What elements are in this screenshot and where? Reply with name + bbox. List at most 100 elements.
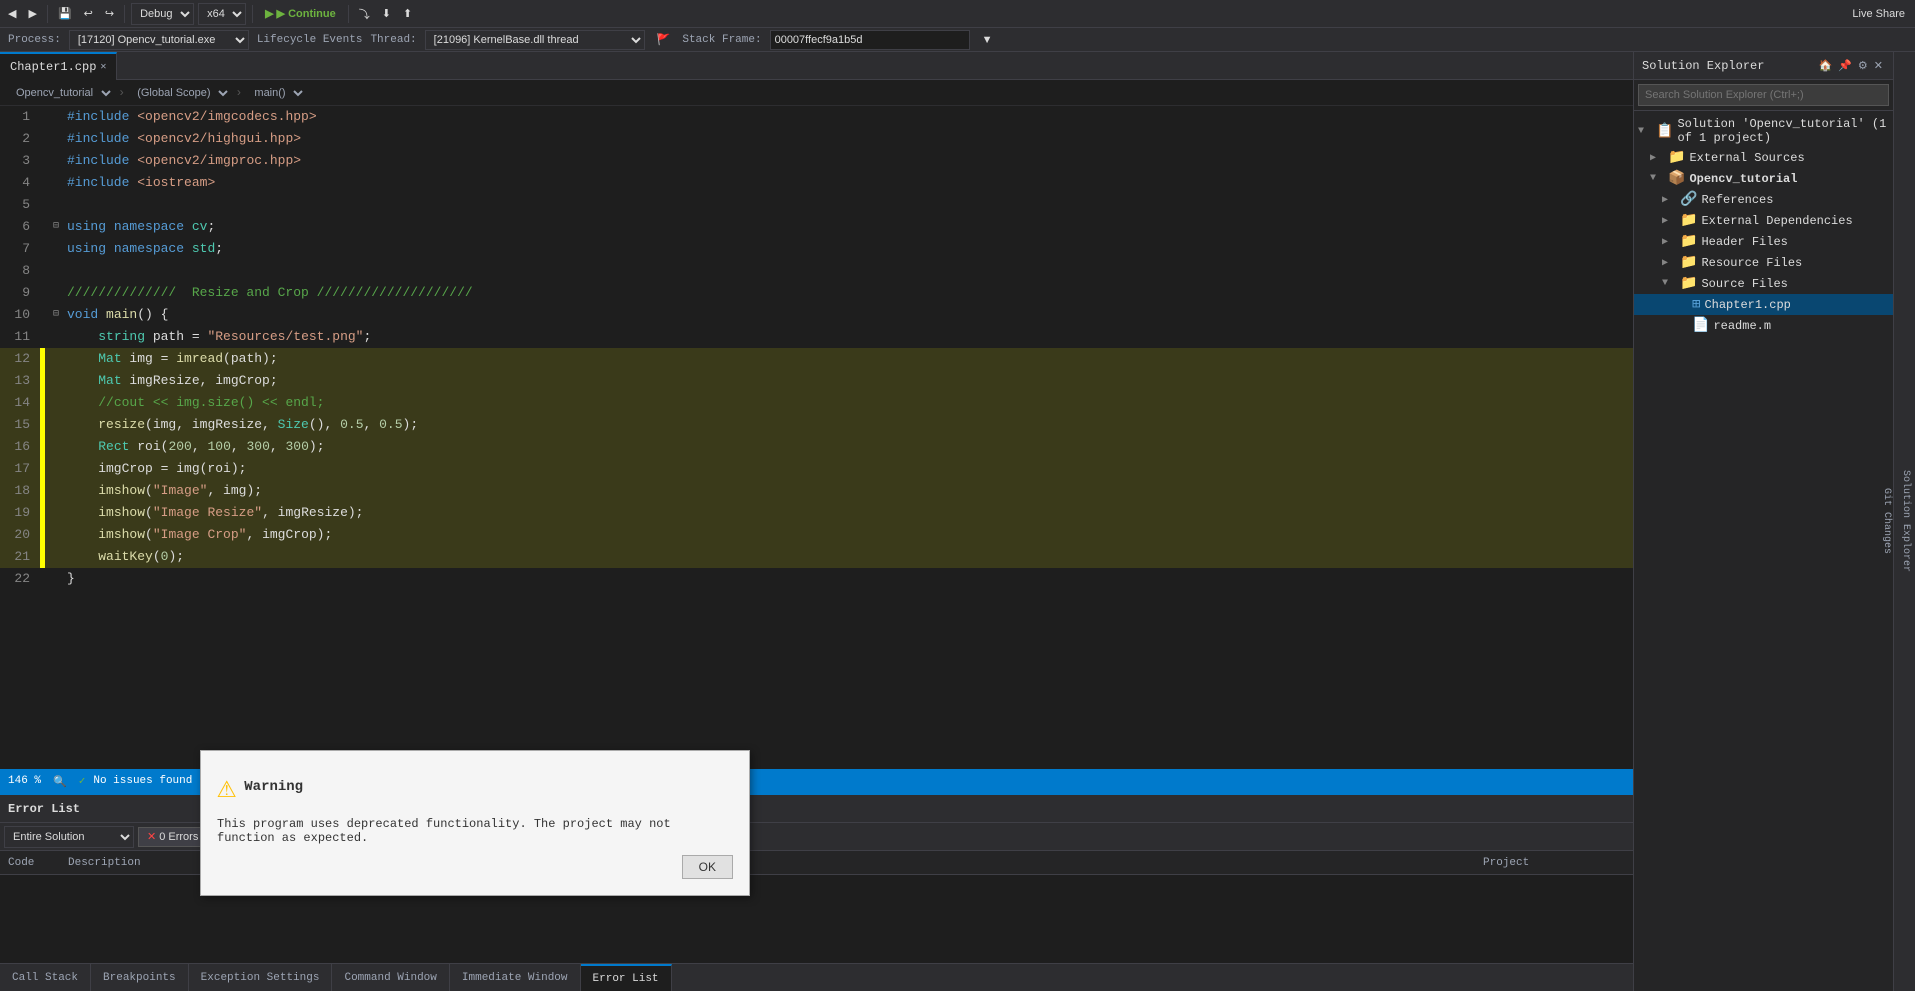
code-line-18: 18 imshow("Image", img);	[0, 480, 1633, 502]
tab-command-window[interactable]: Command Window	[332, 964, 449, 991]
code-line-22: 22 }	[0, 568, 1633, 590]
breadcrumb-sep2: ›	[235, 86, 242, 100]
debug-indicator-12	[40, 348, 45, 370]
process-bar: Process: [17120] Opencv_tutorial.exe Lif…	[0, 28, 1915, 52]
forward-btn[interactable]: ▶	[24, 5, 40, 22]
se-resource-files[interactable]: ▶ 📁 Resource Files	[1634, 252, 1893, 273]
call-stack-tab-label: Call Stack	[12, 972, 78, 984]
debug-indicator-13	[40, 370, 45, 392]
debug-indicator-16	[40, 436, 45, 458]
source-files-label: Source Files	[1701, 277, 1787, 291]
breadcrumb-sep1: ›	[118, 86, 125, 100]
se-header-files[interactable]: ▶ 📁 Header Files	[1634, 231, 1893, 252]
se-close-btn[interactable]: ✕	[1872, 57, 1885, 74]
readme-m-label: readme.m	[1713, 319, 1771, 333]
se-external-deps[interactable]: ▶ 📁 External Dependencies	[1634, 210, 1893, 231]
git-changes-side-tab[interactable]: Git Changes	[1877, 480, 1896, 562]
se-opencv-tutorial[interactable]: ▼ 📦 Opencv_tutorial	[1634, 168, 1893, 189]
bottom-tabs: Call Stack Breakpoints Exception Setting…	[0, 963, 1633, 991]
continue-btn[interactable]: ▶ ▶ Continue	[259, 5, 342, 22]
code-editor[interactable]: 1 #include <opencv2/imgcodecs.hpp> 2 #in…	[0, 106, 1633, 769]
se-pin-btn[interactable]: 📌	[1836, 57, 1854, 74]
code-line-10: 10 ⊟ void main() {	[0, 304, 1633, 326]
breadcrumb-project-select[interactable]: Opencv_tutorial	[8, 82, 114, 104]
code-line-6: 6 ⊟ using namespace cv;	[0, 216, 1633, 238]
tab-close-btn[interactable]: ✕	[100, 61, 106, 73]
expand-icon-solution: ▼	[1638, 126, 1652, 137]
side-tabs: Solution Explorer Git Changes	[1893, 52, 1915, 991]
code-line-19: 19 imshow("Image Resize", imgResize);	[0, 502, 1633, 524]
back-btn[interactable]: ◀	[4, 5, 20, 22]
tab-exception-settings[interactable]: Exception Settings	[189, 964, 333, 991]
breadcrumb-scope-select[interactable]: (Global Scope)	[129, 82, 231, 104]
sep2	[124, 5, 125, 23]
expand-icon-sources: ▼	[1662, 278, 1676, 289]
se-references[interactable]: ▶ 🔗 References	[1634, 189, 1893, 210]
errors-filter-btn[interactable]: ✕ 0 Errors	[138, 827, 207, 847]
tab-error-list[interactable]: Error List	[581, 964, 672, 991]
se-home-btn[interactable]: 🏠	[1817, 57, 1835, 74]
external-sources-label: External Sources	[1689, 151, 1804, 165]
tab-breakpoints[interactable]: Breakpoints	[91, 964, 189, 991]
step-over-btn[interactable]: ⤵	[355, 4, 374, 24]
step-into-btn[interactable]: ⬇	[378, 5, 395, 22]
se-search-bar	[1634, 80, 1893, 111]
ext-deps-icon: 📁	[1680, 212, 1697, 229]
project-icon: 📦	[1668, 170, 1685, 187]
se-settings-btn[interactable]: ⚙	[1856, 57, 1870, 74]
thread-dropdown[interactable]: [21096] KernelBase.dll thread	[425, 30, 645, 50]
se-chapter1-cpp[interactable]: ⊞ Chapter1.cpp	[1634, 294, 1893, 315]
command-window-tab-label: Command Window	[344, 972, 436, 984]
breadcrumb-func-select[interactable]: main()	[246, 82, 306, 104]
save-btn[interactable]: 💾	[54, 5, 76, 22]
continue-icon: ▶	[265, 7, 273, 20]
debug-indicator-19	[40, 502, 45, 524]
tab-call-stack[interactable]: Call Stack	[0, 964, 91, 991]
step-out-btn[interactable]: ⬆	[399, 5, 416, 22]
se-search-input[interactable]	[1638, 84, 1889, 106]
exception-settings-tab-label: Exception Settings	[201, 972, 320, 984]
platform-dropdown[interactable]: x64	[198, 3, 246, 25]
thread-flag-btn[interactable]: 🚩	[653, 31, 675, 48]
lifecycle-label: Lifecycle Events	[257, 34, 363, 46]
live-share-btn[interactable]: Live Share	[1846, 6, 1911, 22]
warning-ok-btn[interactable]: OK	[682, 855, 733, 879]
code-line-3: 3 #include <opencv2/imgproc.hpp>	[0, 150, 1633, 172]
sep3	[252, 5, 253, 23]
stack-expand-btn[interactable]: ▼	[978, 32, 997, 48]
zoom-btn[interactable]: 🔍	[49, 773, 71, 790]
code-line-1: 1 #include <opencv2/imgcodecs.hpp>	[0, 106, 1633, 128]
debug-indicator-18	[40, 480, 45, 502]
immediate-window-tab-label: Immediate Window	[462, 972, 568, 984]
header-files-label: Header Files	[1701, 235, 1787, 249]
debug-config-dropdown[interactable]: Debug	[131, 3, 194, 25]
error-list-title: Error List	[8, 802, 80, 816]
code-line-11: 11 string path = "Resources/test.png";	[0, 326, 1633, 348]
se-solution-root[interactable]: ▼ 📋 Solution 'Opencv_tutorial' (1 of 1 p…	[1634, 115, 1893, 147]
warning-dialog: ⚠ Warning This program uses deprecated f…	[200, 750, 750, 896]
solution-explorer-side-tab[interactable]: Solution Explorer	[1896, 462, 1915, 580]
redo-btn[interactable]: ↪	[101, 5, 118, 22]
undo-btn[interactable]: ↩	[80, 5, 97, 22]
se-external-sources[interactable]: ▶ 📁 External Sources	[1634, 147, 1893, 168]
warning-icon: ⚠	[217, 767, 236, 807]
scope-dropdown[interactable]: Entire Solution	[4, 826, 134, 848]
process-dropdown[interactable]: [17120] Opencv_tutorial.exe	[69, 30, 249, 50]
code-line-8: 8	[0, 260, 1633, 282]
se-source-files[interactable]: ▼ 📁 Source Files	[1634, 273, 1893, 294]
se-header: Solution Explorer 🏠 📌 ⚙ ✕	[1634, 52, 1893, 80]
code-line-5: 5	[0, 194, 1633, 216]
se-readme-m[interactable]: 📄 readme.m	[1634, 315, 1893, 336]
col-project-header: Project	[1479, 857, 1629, 869]
errors-count: 0 Errors	[159, 831, 198, 843]
tab-immediate-window[interactable]: Immediate Window	[450, 964, 581, 991]
expand-icon-resources: ▶	[1662, 257, 1676, 269]
warning-header: ⚠ Warning	[217, 767, 733, 807]
thread-label: Thread:	[370, 34, 416, 46]
stack-frame-input[interactable]	[770, 30, 970, 50]
code-line-15: 15 resize(img, imgResize, Size(), 0.5, 0…	[0, 414, 1633, 436]
code-scroll-area[interactable]: 1 #include <opencv2/imgcodecs.hpp> 2 #in…	[0, 106, 1633, 769]
editor-tab-chapter1[interactable]: Chapter1.cpp ✕	[0, 52, 117, 80]
debug-indicator-15	[40, 414, 45, 436]
code-line-4: 4 #include <iostream>	[0, 172, 1633, 194]
